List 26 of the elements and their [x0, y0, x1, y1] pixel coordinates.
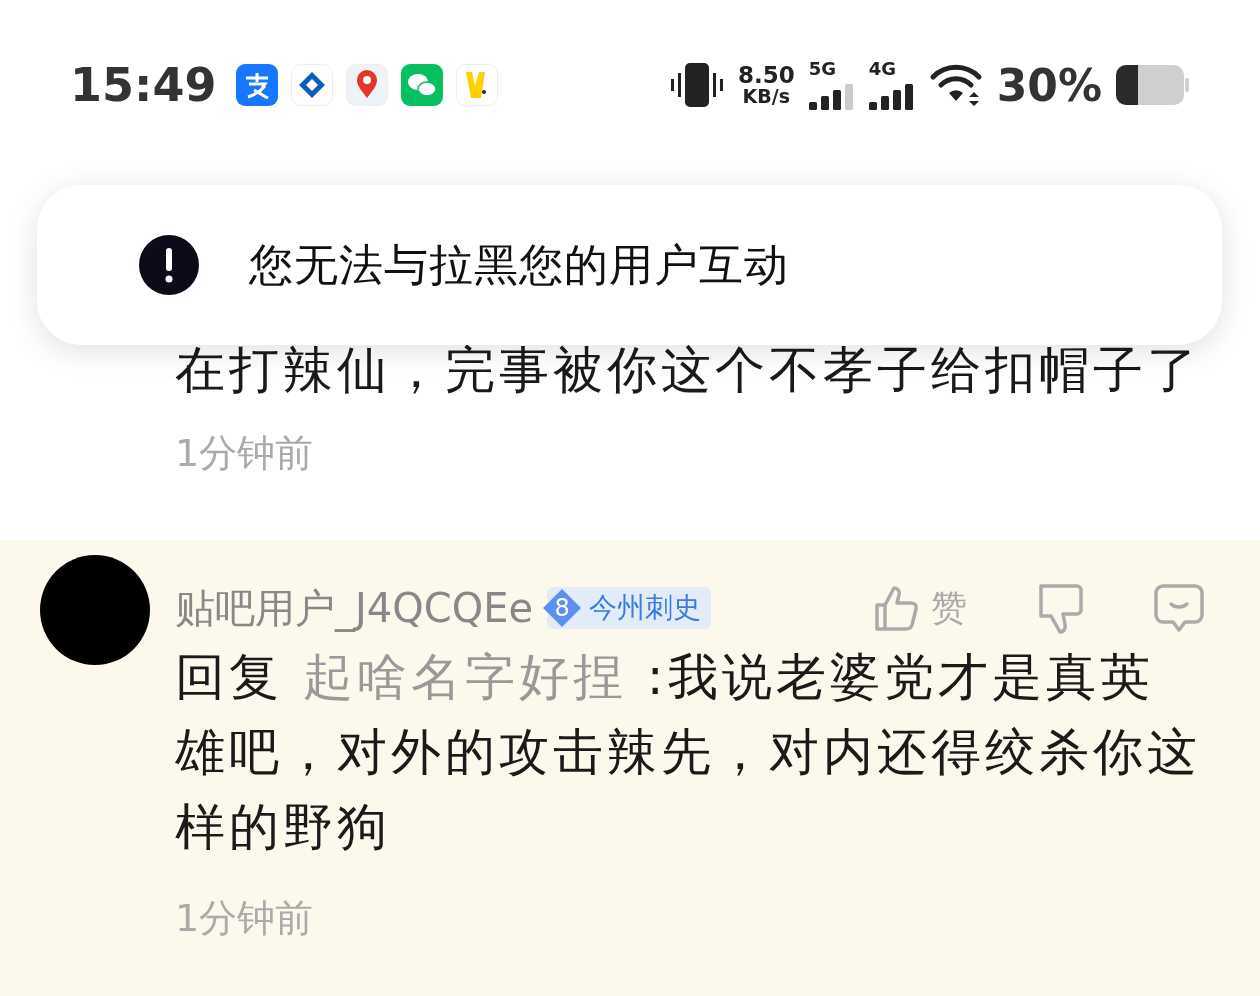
network-label: 4G [868, 60, 896, 78]
network-speed: 8.50 [737, 64, 795, 87]
network-speed-unit: KB/s [742, 87, 791, 106]
battery-percent: 30% [996, 59, 1102, 111]
alert-icon [139, 235, 199, 295]
toast-message: 您无法与拉黑您的用户互动 [249, 237, 789, 292]
level-badge: 8 [543, 589, 582, 627]
wifi-icon [928, 63, 983, 107]
chat-bubbles-icon [401, 64, 444, 106]
app-icon [236, 64, 279, 106]
battery-icon [1116, 64, 1190, 106]
user-title: 今州刺史 [588, 590, 703, 626]
timestamp: 1分钟前 [175, 895, 315, 941]
comment-text: 回复 起啥名字好捏 :我说老婆党才是真英雄吧，对外的攻击辣先，对内还得绞杀你这样的野狗 [175, 647, 1202, 858]
map-pin-icon [346, 64, 389, 106]
app-icon [456, 64, 499, 106]
vibrate-icon [669, 61, 724, 109]
timestamp: 1分钟前 [175, 430, 315, 476]
like-button[interactable]: 赞 [871, 583, 967, 633]
clock: 15:49 [70, 58, 217, 112]
username[interactable]: 贴吧用户_J4QCQEe [175, 580, 534, 636]
comment-text: 在打辣仙，完事被你这个不孝子给扣帽子了 [175, 340, 1202, 400]
app-icon [291, 64, 334, 106]
reply-username-link[interactable]: 起啥名字好捏 [302, 648, 627, 706]
comment-icon[interactable] [1153, 582, 1205, 634]
network-label: 5G [808, 60, 836, 78]
